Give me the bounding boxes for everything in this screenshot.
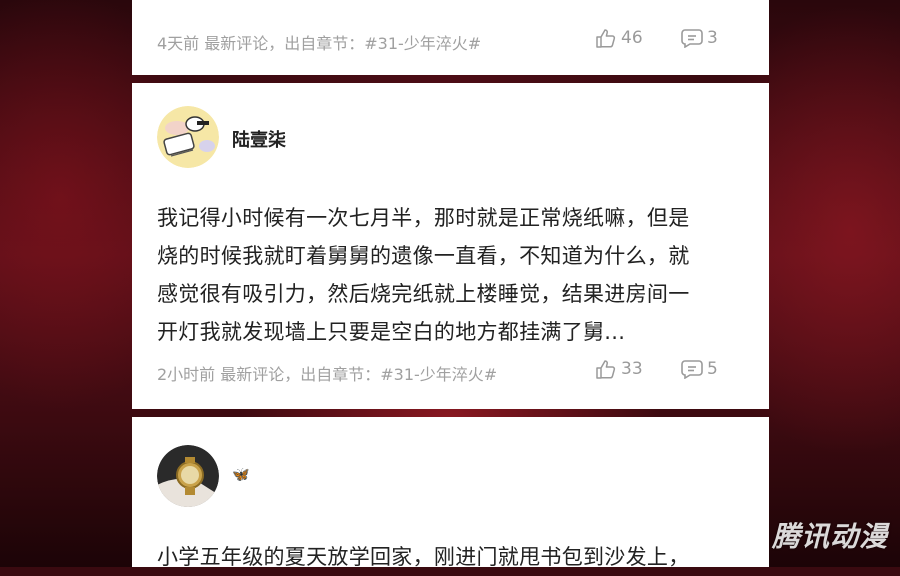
- reply-button[interactable]: 5: [681, 359, 718, 379]
- comment-icon: [681, 29, 703, 48]
- comment-line: 感觉很有吸引力，然后烧完纸就上楼睡觉，结果进房间一: [157, 282, 690, 306]
- avatar[interactable]: [157, 106, 219, 168]
- comment-line: 我记得小时候有一次七月半，那时就是正常烧纸嘛，但是: [157, 206, 690, 230]
- thumbs-up-icon: [596, 29, 616, 48]
- comment-meta: 4天前 最新评论，出自章节：#31-少年淬火#: [157, 34, 482, 53]
- comment-icon: [681, 360, 703, 379]
- comment-text[interactable]: 小学五年级的夏天放学回家，刚进门就甩书包到沙发上，: [157, 538, 747, 576]
- comment-card: 陆壹柒 我记得小时候有一次七月半，那时就是正常烧纸嘛，但是 烧的时候我就盯着舅舅…: [132, 83, 769, 409]
- reply-count: 5: [707, 359, 718, 379]
- like-count: 33: [621, 359, 643, 379]
- thumbs-up-icon: [596, 360, 616, 379]
- reply-button[interactable]: 3: [681, 28, 718, 48]
- like-button[interactable]: 46: [595, 28, 643, 48]
- comment-line: 小学五年级的夏天放学回家，刚进门就甩书包到沙发上，: [157, 545, 690, 569]
- watermark-logo: 腾讯动漫: [771, 520, 888, 553]
- comment-card: 4天前 最新评论，出自章节：#31-少年淬火# 46 3: [132, 0, 769, 75]
- comment-card: 🦋 小学五年级的夏天放学回家，刚进门就甩书包到沙发上，: [132, 417, 769, 569]
- like-count: 46: [621, 28, 643, 48]
- comment-line: 开灯我就发现墙上只要是空白的地方都挂满了舅...: [157, 320, 626, 344]
- username[interactable]: 🦋: [232, 467, 249, 483]
- avatar[interactable]: [157, 445, 219, 507]
- comment-line: 烧的时候我就盯着舅舅的遗像一直看，不知道为什么，就: [157, 244, 690, 268]
- username[interactable]: 陆壹柒: [232, 126, 286, 152]
- like-button[interactable]: 33: [595, 359, 643, 379]
- reply-count: 3: [707, 28, 718, 48]
- comment-meta: 2小时前 最新评论，出自章节：#31-少年淬火#: [157, 365, 498, 384]
- comment-text[interactable]: 我记得小时候有一次七月半，那时就是正常烧纸嘛，但是 烧的时候我就盯着舅舅的遗像一…: [157, 199, 747, 351]
